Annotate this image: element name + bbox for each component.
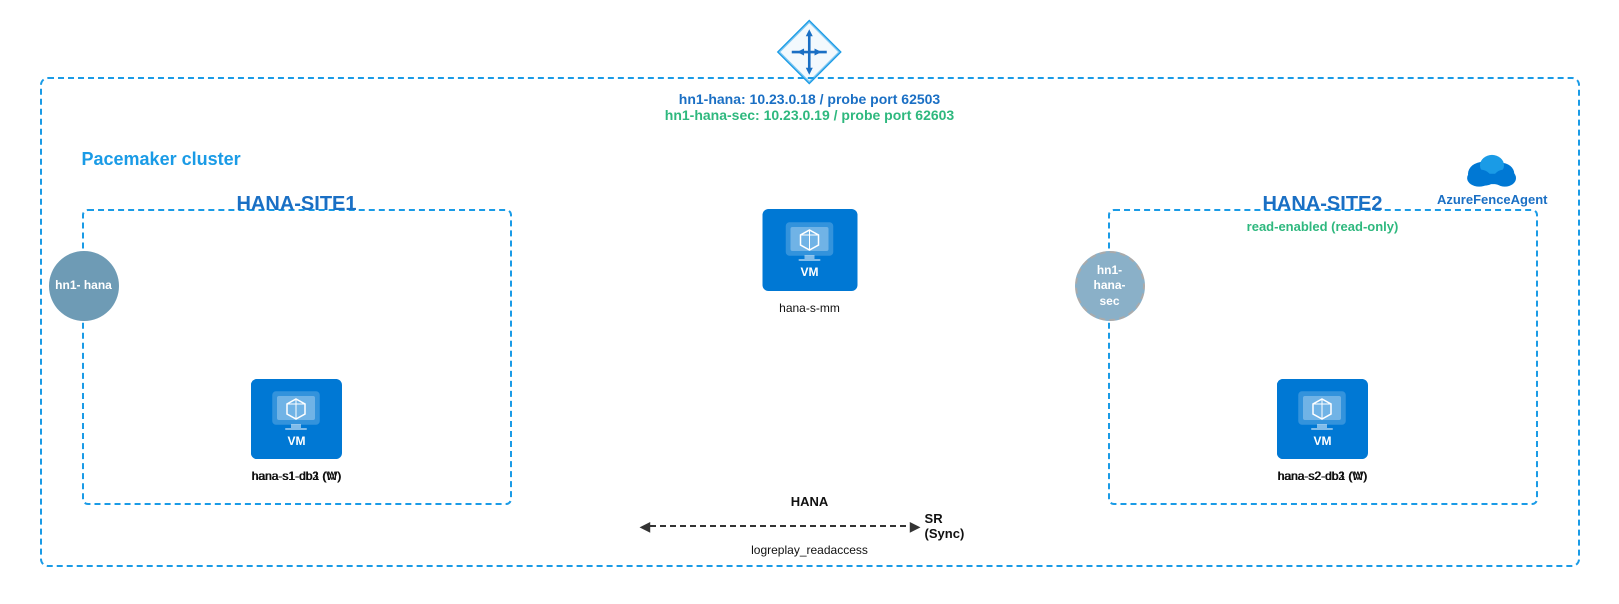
mm-node-group: VM hana-s-mm xyxy=(762,209,857,315)
hana-sr-sublabel: logreplay_readaccess xyxy=(751,543,868,557)
site1-node-label: hn1- hana xyxy=(55,278,112,294)
vm-label-mm: VM xyxy=(801,265,819,279)
hana-sr-area: HANA ◀ ▶ SR (Sync) logreplay_readaccess xyxy=(640,494,980,557)
site2-node-circle: hn1-hana-sec xyxy=(1075,251,1145,321)
vm-monitor-icon-s2db3 xyxy=(1297,390,1347,432)
site2-title: HANA-SITE2 xyxy=(1262,193,1382,216)
vm-box-s2db3: VM xyxy=(1277,379,1367,459)
vm-label-s1db3: VM xyxy=(287,434,305,448)
vm-monitor-icon-s1db3 xyxy=(271,390,321,432)
site2-node-label: hn1-hana-sec xyxy=(1093,263,1125,310)
cloud-icon xyxy=(1462,147,1522,192)
site1-title: HANA-SITE1 xyxy=(236,193,356,216)
arrow-right-icon: ▶ xyxy=(910,518,921,535)
site1-container: HANA-SITE1 hn1- hana xyxy=(82,209,512,505)
hana-sr-label: HANA xyxy=(791,494,829,509)
vm-label-s2db3: VM xyxy=(1313,434,1331,448)
fence-agent-label: AzureFenceAgent xyxy=(1437,192,1548,207)
vm-monitor-icon-mm xyxy=(785,221,835,263)
vm-name-s2db3: hana-s2-db3 (W) xyxy=(1277,469,1367,483)
site1-node-circle: hn1- hana xyxy=(49,251,119,321)
hana-sr-arrow-row: ◀ ▶ SR (Sync) xyxy=(640,511,980,541)
arrow-left-icon: ◀ xyxy=(640,518,651,535)
pacemaker-cluster-border: Pacemaker cluster AzureFenceAgent HANA-S… xyxy=(40,77,1580,567)
vm-name-s1db3: hana-s1-db3 (W) xyxy=(251,469,341,483)
vm-box-s1db3: VM xyxy=(251,379,341,459)
hana-sr-sync-label: SR (Sync) xyxy=(925,511,980,541)
site2-container: HANA-SITE2 hn1-hana-sec read-enabled (re… xyxy=(1108,209,1538,505)
vm-box-mm: VM xyxy=(762,209,857,291)
read-enabled-label: read-enabled (read-only) xyxy=(1247,219,1399,234)
vm-group-s2db3: VM hana-s2-db3 (W) xyxy=(1277,379,1367,483)
azure-fence-agent: AzureFenceAgent xyxy=(1437,147,1548,207)
diagram-wrapper: hn1-hana: 10.23.0.18 / probe port 62503 … xyxy=(20,17,1600,587)
vm-group-s1db3: VM hana-s1-db3 (W) xyxy=(251,379,341,483)
hana-sr-arrow-line xyxy=(650,517,909,535)
pacemaker-cluster-label: Pacemaker cluster xyxy=(82,149,241,170)
vm-name-mm: hana-s-mm xyxy=(779,301,840,315)
